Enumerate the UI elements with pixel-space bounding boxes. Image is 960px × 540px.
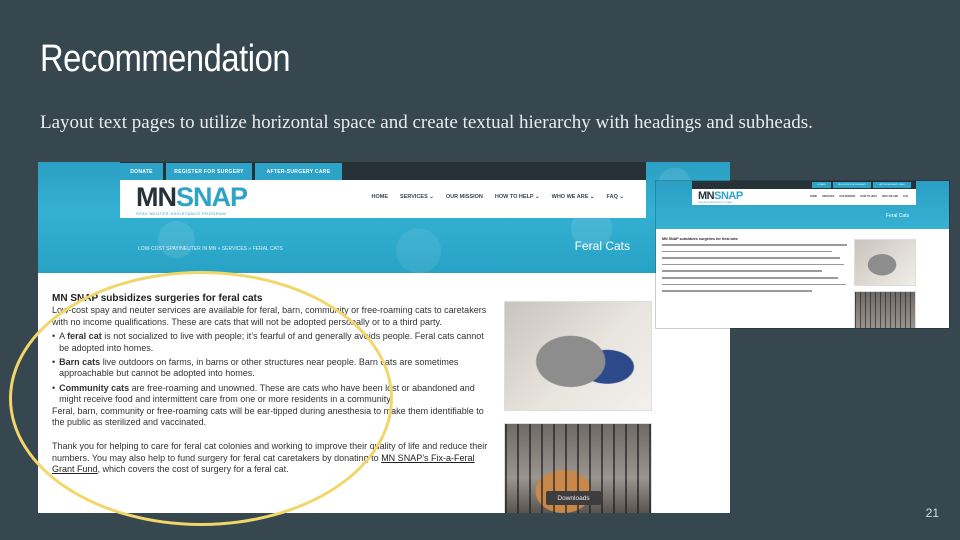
nav-home[interactable]: HOME	[372, 194, 389, 200]
logo-mn: MN	[136, 182, 177, 212]
small-after-care-button[interactable]: AFTER-SURGERY CARE	[873, 182, 911, 188]
nav-bar: MNSNAP SPAY NEUTER ASSISTANCE PROGRAM HO…	[120, 180, 646, 218]
small-logo[interactable]: MNSNAP	[698, 191, 743, 202]
page-title: Feral Cats	[574, 239, 630, 253]
small-cat-photo-cage	[854, 291, 916, 328]
small-cat-photo-blanket	[854, 239, 916, 286]
slide-title: Recommendation	[40, 38, 291, 80]
cat-photo-blanket	[504, 301, 652, 411]
nav-how-to-help[interactable]: HOW TO HELP ⌄	[495, 194, 540, 200]
small-register-button[interactable]: REGISTER FOR SURGERY	[833, 182, 871, 188]
donate-button[interactable]: DONATE	[120, 163, 163, 180]
small-nav-how-to-help[interactable]: HOW TO HELP	[860, 195, 877, 198]
page-number: 21	[925, 506, 939, 520]
downloads-tooltip[interactable]: Downloads	[546, 491, 601, 505]
nav-services[interactable]: SERVICES ⌄	[400, 194, 434, 200]
small-nav-services[interactable]: SERVICES	[822, 195, 834, 198]
top-bar: DONATE REGISTER FOR SURGERY AFTER-SURGER…	[120, 162, 646, 180]
small-nav-our-mission[interactable]: OUR MISSION	[839, 195, 855, 198]
small-nav-bar: MNSNAP SPAY NEUTER ASSISTANCE PROGRAM HO…	[692, 189, 916, 205]
nav-faq[interactable]: FAQ ⌄	[607, 194, 624, 200]
breadcrumb[interactable]: LOW-COST SPAY/NEUTER IN MN » SERVICES » …	[138, 246, 283, 252]
nav-menu: HOME SERVICES ⌄ OUR MISSION HOW TO HELP …	[372, 194, 624, 200]
small-nav-who-we-are[interactable]: WHO WE ARE	[882, 195, 898, 198]
nav-who-we-are[interactable]: WHO WE ARE ⌄	[552, 194, 595, 200]
logo[interactable]: MNSNAP SPAY NEUTER ASSISTANCE PROGRAM	[136, 182, 248, 217]
small-screenshot: DONATE REGISTER FOR SURGERY AFTER-SURGER…	[656, 181, 949, 328]
small-nav-faq[interactable]: FAQ	[903, 195, 908, 198]
small-top-bar: DONATE REGISTER FOR SURGERY AFTER-SURGER…	[692, 181, 916, 189]
small-logo-tagline: SPAY NEUTER ASSISTANCE PROGRAM	[698, 202, 732, 204]
small-page-title: Feral Cats	[885, 213, 909, 219]
nav-our-mission[interactable]: OUR MISSION	[446, 194, 483, 200]
small-article-content: MN SNAP subsidizes surgeries for feral c…	[662, 237, 852, 297]
after-surgery-care-button[interactable]: AFTER-SURGERY CARE	[255, 163, 342, 180]
small-article-heading: MN SNAP subsidizes surgeries for feral c…	[662, 237, 738, 241]
register-surgery-button[interactable]: REGISTER FOR SURGERY	[166, 163, 252, 180]
small-donate-button[interactable]: DONATE	[812, 182, 831, 188]
highlight-ellipse	[9, 271, 393, 526]
small-nav-home[interactable]: HOME	[810, 195, 817, 198]
logo-snap: SNAP	[176, 182, 248, 212]
slide-subtitle: Layout text pages to utilize horizontal …	[40, 112, 813, 133]
